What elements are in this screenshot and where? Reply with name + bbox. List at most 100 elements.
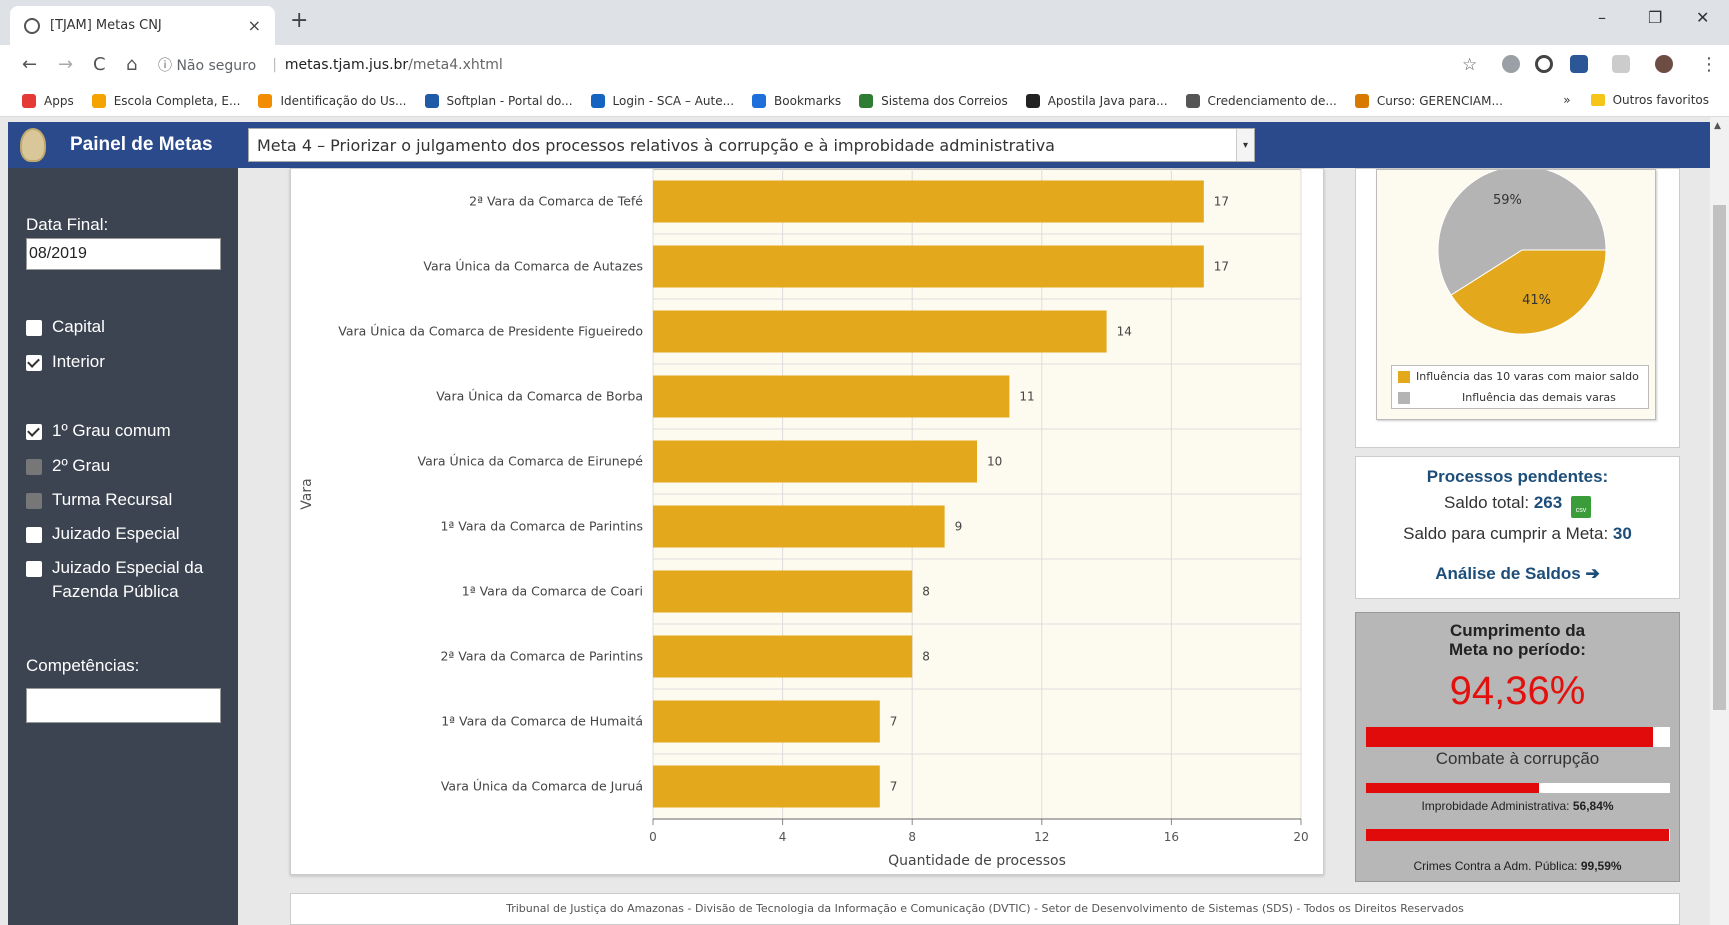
pie-slice-label: 41%	[1522, 293, 1551, 308]
url-path: /meta4.xhtml	[408, 57, 503, 73]
home-button[interactable]: ⌂	[126, 54, 137, 75]
pie-legend: Influência das 10 varas com maior saldo …	[1391, 365, 1649, 409]
filter-checkbox-row[interactable]: Juizado Especial da Fazenda Pública	[26, 556, 237, 604]
filter-checkbox-row[interactable]: 1º Grau comum	[26, 419, 237, 443]
bookmark-label: Escola Completa, E...	[113, 93, 241, 108]
browser-tab[interactable]: [TJAM] Metas CNJ ×	[10, 6, 275, 45]
checkbox[interactable]	[26, 355, 42, 371]
bookmark-item[interactable]: Escola Completa, E...	[91, 93, 241, 108]
new-tab-button[interactable]: +	[290, 8, 308, 33]
bookmark-item[interactable]: Softplan - Portal do...	[424, 93, 573, 108]
extension-icon[interactable]	[1502, 55, 1520, 73]
bar	[653, 570, 913, 613]
tjam-logo	[20, 128, 46, 162]
bookmark-item[interactable]: Credenciamento de...	[1185, 93, 1337, 108]
bar	[653, 505, 945, 548]
bookmark-item[interactable]: Bookmarks	[752, 93, 841, 108]
analise-saldos-link[interactable]: Análise de Saldos ➔	[1356, 564, 1679, 584]
legend-label: Influência das demais varas	[1462, 391, 1616, 404]
extension-icon[interactable]	[1535, 55, 1553, 73]
extension-icon[interactable]	[1570, 55, 1588, 73]
crimes-line: Crimes Contra a Adm. Pública: 99,59%	[1356, 859, 1679, 873]
pie-slice-label: 59%	[1493, 193, 1522, 208]
chevron-down-icon[interactable]: ▾	[1236, 129, 1254, 161]
bar-value-label: 10	[987, 455, 1002, 469]
bookmark-label: Apostila Java para...	[1047, 93, 1168, 108]
improbidade-progress-bar	[1366, 783, 1670, 793]
tab-title: [TJAM] Metas CNJ	[50, 18, 162, 33]
bookmark-item[interactable]: Curso: GERENCIAM...	[1354, 93, 1503, 108]
data-final-input[interactable]	[26, 238, 221, 270]
bar-value-label: 14	[1117, 325, 1132, 339]
scroll-up-icon[interactable]: ▲	[1714, 121, 1721, 131]
bar-chart: 0 4 8 12 16 20 17 2ª Vara da Comarca de Tefé 17 V…	[299, 169, 1309, 869]
filter-checkbox-row[interactable]: Interior	[26, 350, 237, 374]
checkbox[interactable]	[26, 561, 42, 577]
other-bookmarks-label[interactable]: Outros favoritos	[1613, 93, 1709, 107]
scrollbar-thumb[interactable]	[1713, 205, 1726, 710]
bookmark-label: Credenciamento de...	[1207, 93, 1337, 108]
y-tick-label: Vara Única da Comarca de Eirunepé	[418, 454, 644, 469]
security-indicator[interactable]: ⓘ Não seguro	[158, 55, 256, 75]
y-tick-label: 1ª Vara da Comarca de Parintins	[440, 519, 643, 534]
y-tick-label: 2ª Vara da Comarca de Parintins	[440, 649, 643, 664]
legend-item[interactable]: Influência das 10 varas com maior saldo	[1392, 366, 1648, 387]
browser-tab-strip: [TJAM] Metas CNJ × + – ❐ ✕	[0, 0, 1729, 45]
meta-select[interactable]: Meta 4 – Priorizar o julgamento dos proc…	[248, 128, 1255, 162]
close-window-button[interactable]: ✕	[1696, 8, 1709, 27]
legend-item[interactable]: Influência das demais varas	[1392, 387, 1648, 408]
bookmark-label: Apps	[44, 93, 74, 108]
bookmark-item[interactable]: Sistema dos Correios	[859, 93, 1008, 108]
cumprimento-progress-bar	[1366, 727, 1670, 747]
page-scrollbar[interactable]: ▲	[1710, 117, 1729, 925]
checkbox[interactable]	[26, 493, 42, 509]
bookmark-favicon-icon	[258, 93, 273, 108]
saldo-total-label: Saldo total:	[1444, 493, 1530, 512]
bookmark-item[interactable]: Login - SCA – Aute...	[590, 93, 734, 108]
checkbox[interactable]	[26, 527, 42, 543]
brand-title[interactable]: Painel de Metas	[70, 134, 213, 156]
checkbox[interactable]	[26, 459, 42, 475]
url-field[interactable]: ⓘ Não seguro | metas.tjam.jus.br /meta4.…	[158, 50, 1498, 80]
minimize-button[interactable]: –	[1598, 8, 1606, 27]
bookmark-star-icon[interactable]: ☆	[1462, 55, 1477, 75]
bookmarks-more-button[interactable]: »	[1563, 93, 1570, 107]
saldo-meta-value: 30	[1612, 524, 1632, 543]
bookmark-item[interactable]: Identificação do Us...	[258, 93, 407, 108]
reload-button[interactable]: C	[93, 54, 106, 75]
bookmark-item[interactable]: Apps	[22, 93, 74, 108]
filter-checkbox-row[interactable]: Turma Recursal	[26, 488, 237, 512]
legend-swatch	[1398, 370, 1410, 383]
pendentes-title: Processos pendentes:	[1426, 467, 1609, 486]
x-tick-label: 4	[779, 830, 787, 844]
cumprimento-title: Cumprimento da Meta no período:	[1356, 621, 1679, 659]
competencias-input[interactable]	[26, 688, 221, 723]
saldo-total-line: Saldo total: 263 csv	[1356, 493, 1679, 518]
filter-checkbox-row[interactable]: Juizado Especial	[26, 522, 237, 546]
back-button[interactable]: ←	[22, 54, 37, 75]
profile-avatar[interactable]	[1655, 55, 1673, 73]
cumprimento-value: 94,36%	[1449, 669, 1586, 713]
filter-checkbox-row[interactable]: Capital	[26, 315, 237, 339]
legend-swatch	[1398, 391, 1410, 404]
crimes-progress-bar	[1366, 829, 1670, 841]
cumprimento-panel: Cumprimento da Meta no período: 94,36% C…	[1355, 612, 1680, 882]
bar	[653, 635, 913, 678]
restore-button[interactable]: ❐	[1648, 8, 1662, 27]
bookmark-label: Softplan - Portal do...	[446, 93, 573, 108]
filter-checkbox-row[interactable]: 2º Grau	[26, 454, 237, 478]
x-axis-label: Quantidade de processos	[888, 853, 1066, 869]
bookmark-label: Identificação do Us...	[280, 93, 407, 108]
checkbox[interactable]	[26, 424, 42, 440]
forward-button[interactable]: →	[58, 54, 73, 75]
tab-close-icon[interactable]: ×	[248, 16, 261, 35]
improbidade-label: Improbidade Administrativa:	[1421, 799, 1570, 813]
bar-value-label: 8	[922, 585, 930, 599]
csv-download-icon[interactable]: csv	[1570, 496, 1591, 518]
browser-menu-icon[interactable]: ⋮	[1700, 54, 1718, 75]
bar	[653, 700, 880, 743]
extension-icon[interactable]	[1612, 55, 1630, 73]
bookmark-item[interactable]: Apostila Java para...	[1025, 93, 1168, 108]
bookmarks-bar: Apps Escola Completa, E... Identificação d…	[0, 85, 1729, 117]
checkbox[interactable]	[26, 320, 42, 336]
